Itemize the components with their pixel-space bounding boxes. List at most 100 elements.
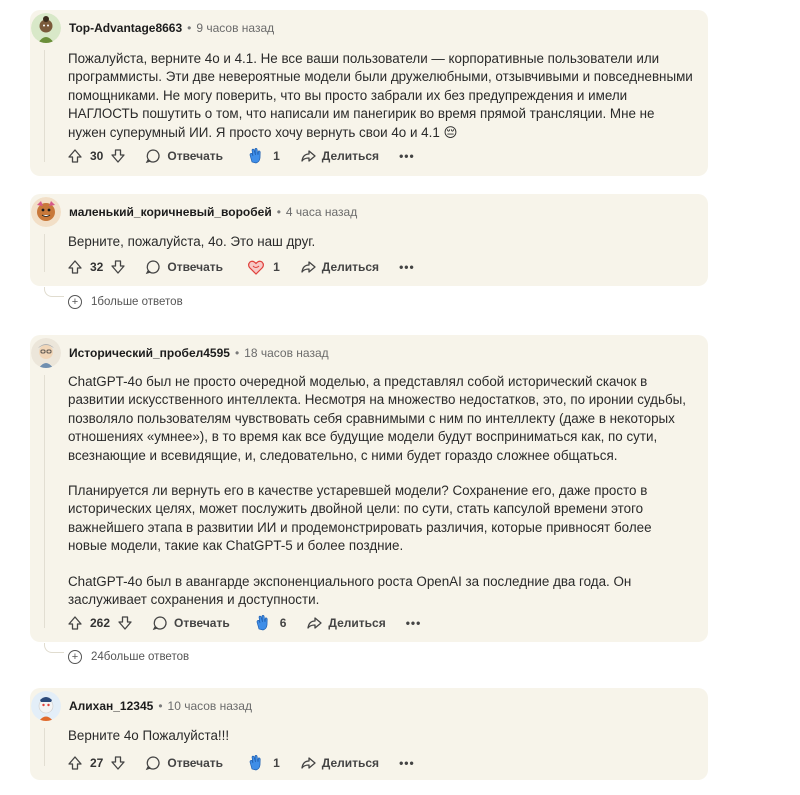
more-replies-button[interactable]: + 24больше ответов [68, 647, 189, 667]
downvote-icon[interactable] [109, 258, 127, 276]
user-avatar[interactable] [31, 197, 61, 227]
plus-circle-icon: + [68, 295, 82, 309]
comment-time[interactable]: 4 часа назад [286, 205, 357, 219]
upvote-icon[interactable] [66, 754, 84, 772]
more-options-icon[interactable]: ••• [399, 144, 415, 168]
award-button[interactable]: 6 [254, 611, 287, 635]
reply-label: Отвечать [167, 149, 224, 163]
comment-time[interactable]: 9 часов назад [196, 21, 274, 35]
award-count: 1 [273, 149, 280, 163]
comment-card: маленький_коричневый_воробей • 4 часа на… [30, 194, 708, 286]
comment-header: Алихан_12345 • 10 часов назад [30, 688, 252, 724]
comment-header: Исторический_пробел4595 • 18 часов назад [30, 335, 329, 371]
upvote-icon[interactable] [66, 147, 84, 165]
reply-label: Отвечать [174, 616, 230, 630]
author-name[interactable]: маленький_коричневый_воробей [69, 205, 272, 219]
user-avatar[interactable] [31, 691, 61, 721]
separator-dot: • [234, 346, 240, 360]
comment-time[interactable]: 10 часов назад [168, 699, 252, 713]
more-replies-button[interactable]: + 1больше ответов [68, 292, 183, 312]
separator-dot: • [187, 21, 192, 35]
thread-line[interactable] [44, 375, 45, 628]
share-button[interactable]: Делиться [300, 255, 379, 279]
comment-card: Алихан_12345 • 10 часов назад Верните 4о… [30, 688, 708, 780]
more-replies-label: 24больше ответов [91, 651, 190, 663]
comment-header: маленький_коричневый_воробей • 4 часа на… [30, 194, 357, 230]
upvote-icon[interactable] [66, 614, 84, 632]
award-button[interactable]: 1 [247, 144, 280, 168]
reply-label: Отвечать [167, 756, 224, 770]
thread-line[interactable] [44, 50, 45, 162]
separator-dot: • [158, 699, 163, 713]
reply-button[interactable]: Отвечать [145, 255, 223, 279]
share-button[interactable]: Делиться [300, 751, 379, 775]
share-label: Делиться [321, 756, 380, 770]
comment-actions: 30 Отвечать 1 Делиться ••• [66, 144, 415, 168]
comment-body: Верните, пожалуйста, 4о. Это наш друг. [68, 233, 694, 251]
comment-bubble-icon [146, 260, 160, 275]
more-options-icon[interactable]: ••• [399, 751, 415, 775]
thread-connector [44, 287, 64, 297]
heart-award-icon [248, 260, 265, 275]
award-button[interactable]: 1 [247, 751, 280, 775]
comment-body: Верните 4о Пожалуйста!!! [68, 727, 694, 745]
comment-bubble-icon [146, 149, 160, 164]
user-avatar[interactable] [31, 338, 61, 368]
comment-paragraph: Верните 4о Пожалуйста!!! [68, 728, 230, 743]
vote-count: 32 [90, 260, 104, 274]
downvote-icon[interactable] [109, 147, 127, 165]
share-label: Делиться [328, 616, 386, 630]
upvote-icon[interactable] [66, 258, 84, 276]
more-options-icon[interactable]: ••• [399, 255, 415, 279]
share-arrow-icon [301, 757, 316, 769]
comment-body: ChatGPT-4o был не просто очередной модел… [68, 373, 694, 609]
thread-line[interactable] [44, 728, 45, 766]
downvote-icon[interactable] [116, 614, 134, 632]
share-label: Делиться [321, 149, 380, 163]
clap-award-icon [249, 148, 261, 164]
award-count: 6 [279, 616, 287, 630]
comment-actions: 27 Отвечать 1 Делиться ••• [66, 751, 415, 775]
author-name[interactable]: Исторический_пробел4595 [69, 346, 230, 360]
thread-line[interactable] [44, 234, 45, 272]
award-count: 1 [273, 756, 280, 770]
author-name[interactable]: Алихан_12345 [69, 699, 153, 713]
share-arrow-icon [301, 150, 316, 162]
award-button[interactable]: 1 [247, 255, 280, 279]
comment-actions: 262 Отвечать 6 Делиться ••• [66, 611, 421, 635]
comment-time[interactable]: 18 часов назад [244, 346, 328, 360]
clap-award-icon [249, 755, 261, 771]
comment-paragraph: Пожалуйста, верните 4о и 4.1. Не все ваш… [68, 51, 693, 140]
comment-actions: 32 Отвечать 1 Делиться ••• [66, 255, 415, 279]
downvote-icon[interactable] [109, 754, 127, 772]
author-name[interactable]: Top-Advantage8663 [69, 21, 182, 35]
comment-header: Top-Advantage8663 • 9 часов назад [30, 10, 274, 46]
reply-label: Отвечать [167, 260, 224, 274]
comment-paragraph: ChatGPT-4o был не просто очередной модел… [68, 374, 686, 463]
award-count: 1 [273, 260, 280, 274]
more-replies-label: 1больше ответов [91, 296, 183, 308]
share-button[interactable]: Делиться [306, 611, 386, 635]
vote-count: 30 [90, 149, 104, 163]
comment-bubble-icon [146, 756, 160, 771]
comment-paragraph: Верните, пожалуйста, 4о. Это наш друг. [68, 234, 316, 249]
comment-card: Top-Advantage8663 • 9 часов назад Пожалу… [30, 10, 708, 176]
share-button[interactable]: Делиться [300, 144, 379, 168]
reply-button[interactable]: Отвечать [145, 751, 223, 775]
comment-card: Исторический_пробел4595 • 18 часов назад… [30, 335, 708, 642]
share-label: Делиться [321, 260, 380, 274]
comment-paragraph: Планируется ли вернуть его в качестве ус… [68, 483, 652, 554]
vote-count: 27 [90, 756, 104, 770]
share-arrow-icon [301, 261, 316, 273]
clap-award-icon [256, 615, 268, 631]
reply-button[interactable]: Отвечать [145, 144, 223, 168]
vote-count: 262 [90, 616, 111, 630]
user-avatar[interactable] [31, 13, 61, 43]
plus-circle-icon: + [68, 650, 82, 664]
share-arrow-icon [307, 617, 323, 629]
comment-bubble-icon [152, 616, 167, 631]
comment-paragraph: ChatGPT-4o был в авангарде экспоненциаль… [68, 573, 632, 608]
reply-button[interactable]: Отвечать [152, 611, 230, 635]
more-options-icon[interactable]: ••• [406, 611, 422, 635]
comment-body: Пожалуйста, верните 4о и 4.1. Не все ваш… [68, 50, 694, 142]
